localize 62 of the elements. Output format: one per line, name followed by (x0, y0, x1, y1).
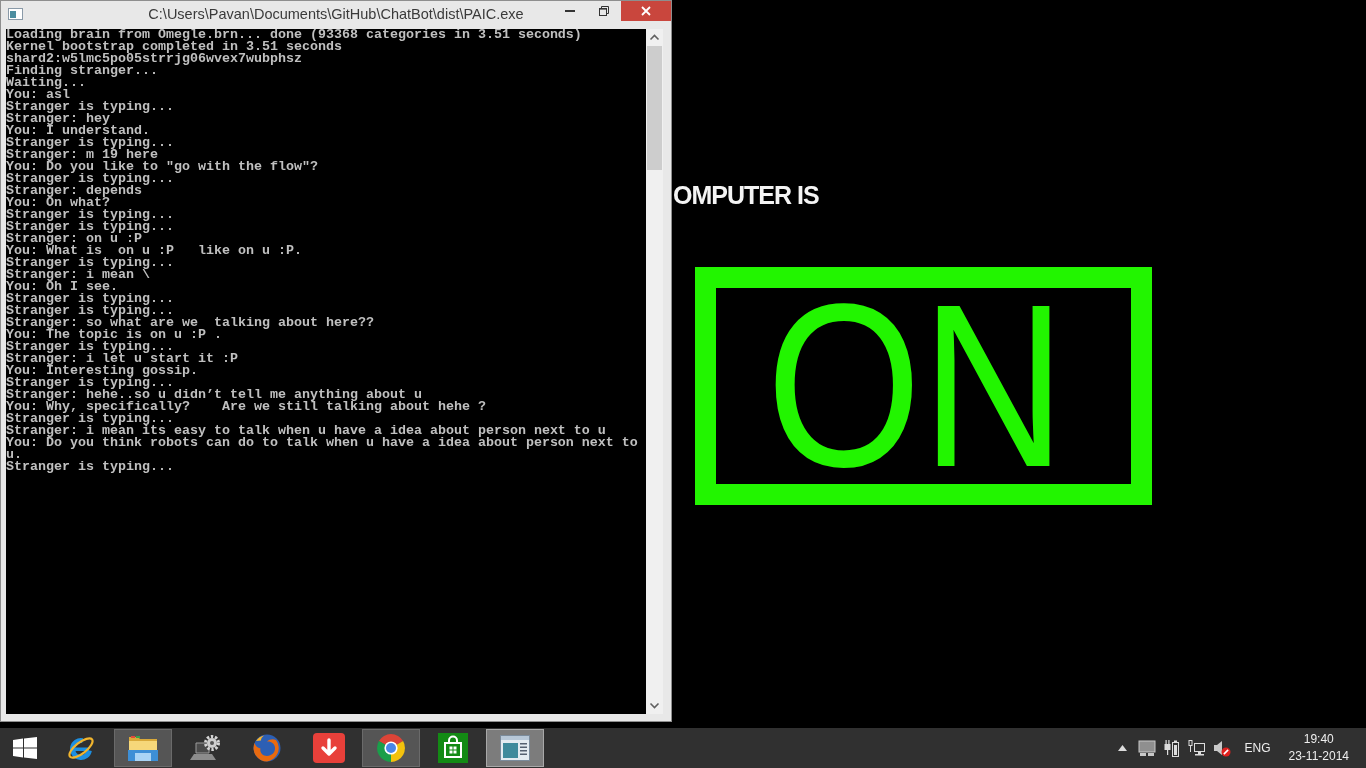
window-icon[interactable] (8, 8, 23, 20)
console-line: You: I understand. (6, 125, 150, 137)
console-line: You: Do you like to "go with the flow"? (6, 161, 318, 173)
monitor-icon[interactable] (1138, 739, 1157, 757)
restore-icon (599, 6, 609, 16)
status-heading: OMPUTER IS (673, 181, 819, 209)
close-button[interactable] (621, 1, 671, 21)
console-line: Finding stranger... (6, 65, 158, 77)
console-line: You: Interesting gossip. (6, 365, 198, 377)
console-line: Stranger is typing... (6, 101, 174, 113)
console-line: Waiting... (6, 77, 86, 89)
caret-up-icon[interactable] (1118, 745, 1128, 751)
console-line: You: Do you think robots can do to talk when u have a idea about person next to u. (6, 437, 639, 461)
scrollbar[interactable] (646, 29, 663, 714)
scrollbar-thumb[interactable] (647, 46, 662, 170)
app-window-icon (500, 735, 530, 761)
console-line: Stranger is typing... (6, 461, 174, 473)
minimize-icon (565, 10, 575, 12)
console-line: Stranger is typing... (6, 137, 174, 149)
folder-icon (127, 734, 159, 762)
console-line: Stranger is typing... (6, 257, 174, 269)
speaker-muted-icon[interactable] (1213, 739, 1232, 757)
clock-date[interactable]: 23-11-2014 (1288, 748, 1349, 765)
download-icon (313, 733, 345, 763)
console-line: You: What is on u :P like on u :P. (6, 245, 302, 257)
clock-time[interactable]: 19:40 (1303, 731, 1334, 748)
console-line: Stranger is typing... (6, 377, 174, 389)
start-icon (13, 737, 37, 759)
console-line: Stranger: i let u start it :P (6, 353, 238, 365)
console-line: You: The topic is on u :P . (6, 329, 222, 341)
fox-globe-icon (252, 733, 282, 763)
console-line: Stranger is typing... (6, 293, 174, 305)
console-line: You: Why, specifically? Are we still talking about hehe ? (6, 401, 486, 413)
console-line: Stranger: m 19 here (6, 149, 158, 161)
language-indicator[interactable]: ENG (1244, 740, 1271, 756)
console-line: Stranger is typing... (6, 173, 174, 185)
console-line: shard2:w5lmc5po05strrjg06wvex7wubphsz (6, 53, 302, 65)
console-line: Stranger: depends (6, 185, 142, 197)
tricolor-ball-icon (376, 733, 406, 763)
console-line: You: Oh I see. (6, 281, 118, 293)
window-title: C:\Users\Pavan\Documents\GitHub\ChatBot\dist\PAIC.exe (148, 5, 524, 24)
console-line: Stranger: on u :P (6, 233, 142, 245)
laptop-gear-icon (190, 735, 220, 761)
console-line: You: On what? (6, 197, 110, 209)
console-line: Stranger: i mean \ (6, 269, 150, 281)
console-line: Kernel bootstrap completed in 3.51 seconds (6, 41, 342, 53)
battery-plug-icon[interactable] (1164, 739, 1181, 757)
taskbar-button[interactable] (362, 729, 420, 767)
console-line: Stranger is typing... (6, 341, 174, 353)
console-line: Stranger: so what are we talking about here?? (6, 317, 374, 329)
console-line: Stranger is typing... (6, 305, 174, 317)
network-icon[interactable] (1188, 739, 1207, 757)
status-text: ON (765, 288, 1066, 484)
shopping-bag-icon (438, 733, 468, 763)
console-line: Stranger: i mean its easy to talk when u have a idea about person next to u (6, 425, 606, 437)
console-line: Stranger: hehe..so u didn’t tell me anything about u (6, 389, 422, 401)
console-line: Stranger is typing... (6, 413, 174, 425)
console-line: You: asl (6, 89, 70, 101)
console-line: Stranger is typing... (6, 221, 174, 233)
close-icon (641, 6, 651, 16)
console-line: Stranger: hey (6, 113, 110, 125)
console-line: Stranger is typing... (6, 209, 174, 221)
